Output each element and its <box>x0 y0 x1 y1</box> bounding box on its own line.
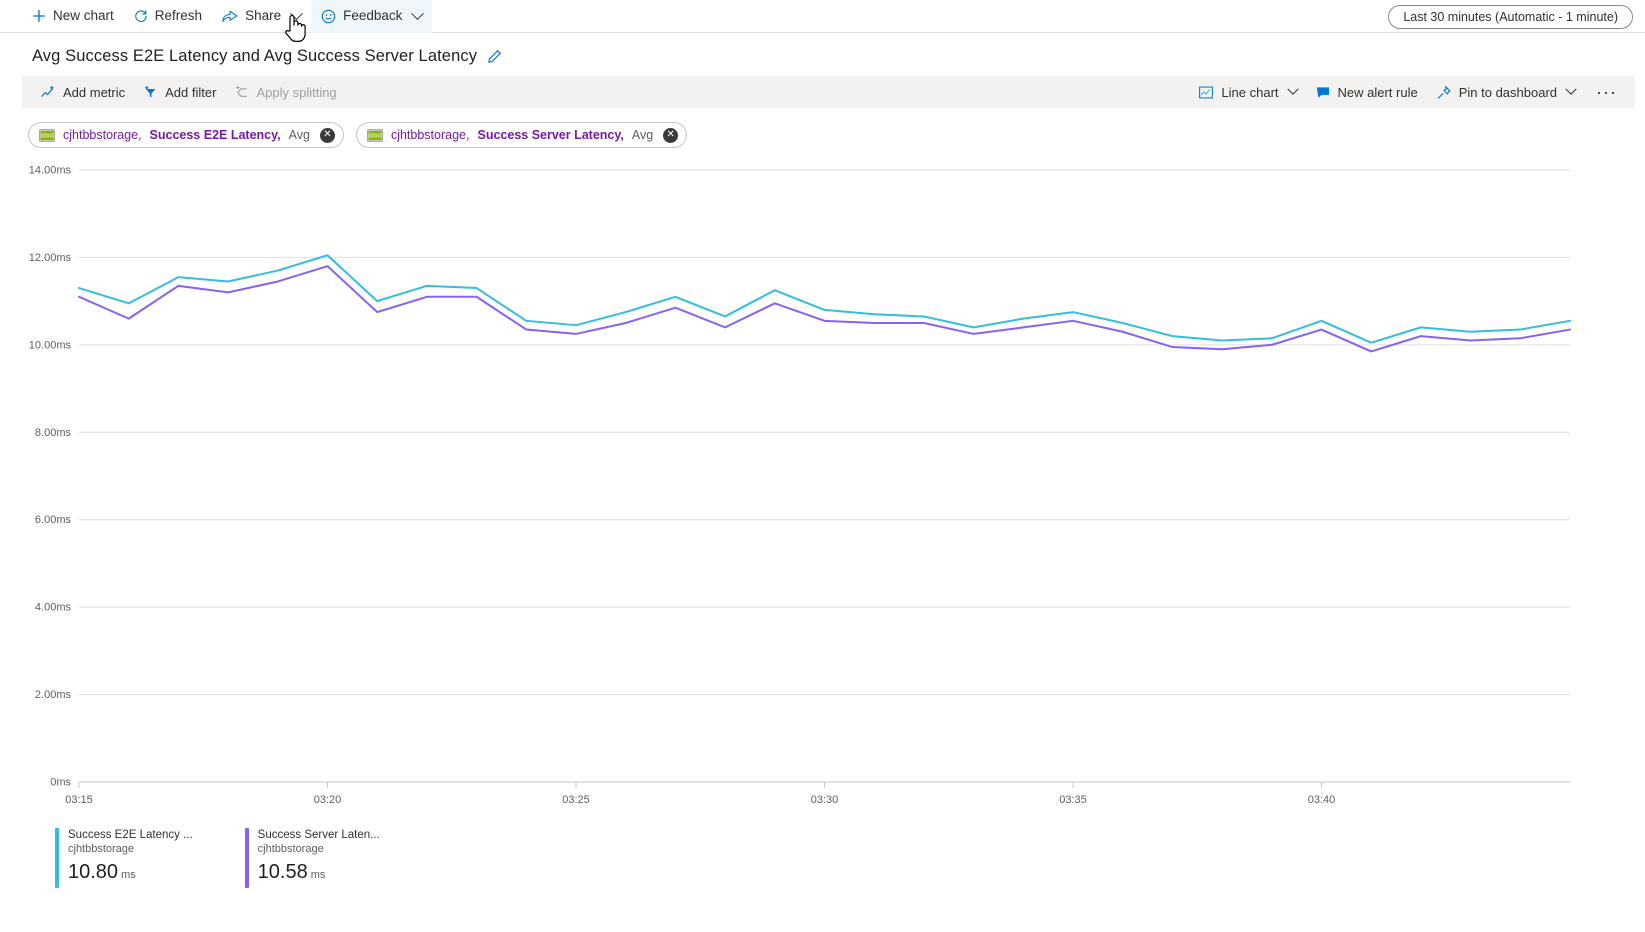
new-alert-rule-label: New alert rule <box>1338 85 1418 100</box>
metrics-line-chart[interactable]: 0ms 2.00ms 4.00ms 6.00ms 8.00ms 10.00ms 12.00m… <box>0 156 1645 836</box>
y-axis-tick-label: 8.00ms <box>35 427 72 439</box>
time-range-label: Last 30 minutes (Automatic - 1 minute) <box>1403 10 1618 24</box>
pill-close-button[interactable]: ✕ <box>320 128 335 143</box>
metric-pill-e2e-latency[interactable]: cjhtbbstorage, Success E2E Latency, Avg … <box>28 122 344 148</box>
legend-text-group: Success Server Laten... cjhtbbstorage 10… <box>258 828 380 888</box>
x-axis-tick-label: 03:40 <box>1308 794 1336 806</box>
pill-metric-name: Success E2E Latency, <box>150 128 281 142</box>
feedback-button[interactable]: Feedback <box>311 0 432 33</box>
refresh-icon <box>134 9 148 23</box>
legend-text-group: Success E2E Latency ... cjhtbbstorage 10… <box>68 828 193 888</box>
y-axis-tick-label: 6.00ms <box>35 514 72 526</box>
alert-rule-icon <box>1315 85 1331 100</box>
more-options-button[interactable]: ··· <box>1584 76 1629 108</box>
y-axis-tick-label: 2.00ms <box>35 689 72 701</box>
share-button[interactable]: Share <box>212 0 311 33</box>
legend-item-e2e-latency[interactable]: Success E2E Latency ... cjhtbbstorage 10… <box>55 828 193 888</box>
legend-resource-name: cjhtbbstorage <box>258 843 380 856</box>
legend-value: 10.80 <box>68 861 118 883</box>
add-filter-label: Add filter <box>165 85 216 100</box>
storage-account-icon <box>39 129 55 142</box>
chevron-down-icon <box>412 7 425 20</box>
legend-color-swatch <box>245 828 249 888</box>
chart-series-line-1[interactable] <box>79 266 1570 351</box>
x-axis-tick-label: 03:35 <box>1059 794 1087 806</box>
storage-account-icon <box>367 129 383 142</box>
chart-toolbar-right: Line chart New alert rule Pin to dashboa… <box>1189 76 1629 108</box>
share-icon <box>222 9 238 23</box>
add-filter-icon <box>143 85 158 100</box>
y-axis-tick-label: 14.00ms <box>29 165 72 177</box>
metric-pill-row: cjhtbbstorage, Success E2E Latency, Avg … <box>0 108 1645 148</box>
y-axis-tick-label: 12.00ms <box>29 252 72 264</box>
add-metric-button[interactable]: Add metric <box>32 76 134 108</box>
refresh-label: Refresh <box>155 9 202 23</box>
pencil-icon[interactable] <box>487 49 502 64</box>
legend-item-server-latency[interactable]: Success Server Laten... cjhtbbstorage 10… <box>245 828 380 888</box>
legend-value-group: 10.80ms <box>68 859 193 888</box>
top-command-bar: New chart Refresh Share Feedback Last 30… <box>0 0 1645 33</box>
new-chart-button[interactable]: New chart <box>22 0 124 33</box>
chevron-down-icon <box>1565 84 1576 95</box>
add-metric-label: Add metric <box>63 85 125 100</box>
apply-splitting-label: Apply splitting <box>256 85 336 100</box>
legend-resource-name: cjhtbbstorage <box>68 843 193 856</box>
x-axis-tick-label: 03:30 <box>811 794 839 806</box>
chart-type-label: Line chart <box>1221 85 1278 100</box>
y-axis-tick-label: 10.00ms <box>29 339 72 351</box>
x-axis-tick-label: 03:15 <box>65 794 93 806</box>
y-axis-tick-label: 4.00ms <box>35 602 72 614</box>
feedback-smiley-icon <box>321 9 336 24</box>
time-range-picker[interactable]: Last 30 minutes (Automatic - 1 minute) <box>1388 5 1633 29</box>
x-axis-tick-label: 03:20 <box>314 794 342 806</box>
add-metric-icon <box>41 85 56 100</box>
apply-splitting-button[interactable]: Apply splitting <box>225 76 345 108</box>
pill-metric-name: Success Server Latency, <box>477 128 623 142</box>
chart-canvas[interactable]: 0ms 2.00ms 4.00ms 6.00ms 8.00ms 10.00ms 12.00m… <box>0 156 1645 836</box>
pin-icon <box>1436 85 1452 100</box>
chart-series-line-0[interactable] <box>79 255 1570 342</box>
share-label: Share <box>245 9 281 23</box>
legend-unit: ms <box>121 869 136 881</box>
line-chart-icon <box>1198 85 1214 100</box>
pill-resource-name: cjhtbbstorage, <box>391 128 470 142</box>
pill-close-button[interactable]: ✕ <box>663 128 678 143</box>
pill-aggregation: Avg <box>289 128 310 142</box>
chart-type-button[interactable]: Line chart <box>1189 76 1305 108</box>
legend-value: 10.58 <box>258 861 308 883</box>
y-axis-tick-label: 0ms <box>50 777 71 789</box>
pin-to-dashboard-button[interactable]: Pin to dashboard <box>1427 76 1584 108</box>
apply-splitting-icon <box>234 85 249 100</box>
metric-pill-server-latency[interactable]: cjhtbbstorage, Success Server Latency, A… <box>356 122 687 148</box>
chevron-down-icon <box>290 7 303 20</box>
legend-unit: ms <box>311 869 326 881</box>
legend-value-group: 10.58ms <box>258 859 380 888</box>
new-chart-label: New chart <box>53 9 114 23</box>
pill-resource-name: cjhtbbstorage, <box>63 128 142 142</box>
chart-title-row: Avg Success E2E Latency and Avg Success … <box>0 33 1645 76</box>
refresh-button[interactable]: Refresh <box>124 0 212 33</box>
legend-color-swatch <box>55 828 59 888</box>
chart-toolbar: Add metric Add filter Apply splitting Li… <box>22 76 1635 108</box>
chevron-down-icon <box>1287 84 1298 95</box>
feedback-label: Feedback <box>343 9 402 23</box>
add-filter-button[interactable]: Add filter <box>134 76 225 108</box>
plus-icon <box>32 9 46 23</box>
chart-legend: Success E2E Latency ... cjhtbbstorage 10… <box>0 828 1645 888</box>
page-title: Avg Success E2E Latency and Avg Success … <box>32 47 477 66</box>
x-axis-tick-label: 03:25 <box>562 794 590 806</box>
pin-to-dashboard-label: Pin to dashboard <box>1459 85 1557 100</box>
new-alert-rule-button[interactable]: New alert rule <box>1306 76 1427 108</box>
pill-aggregation: Avg <box>632 128 653 142</box>
